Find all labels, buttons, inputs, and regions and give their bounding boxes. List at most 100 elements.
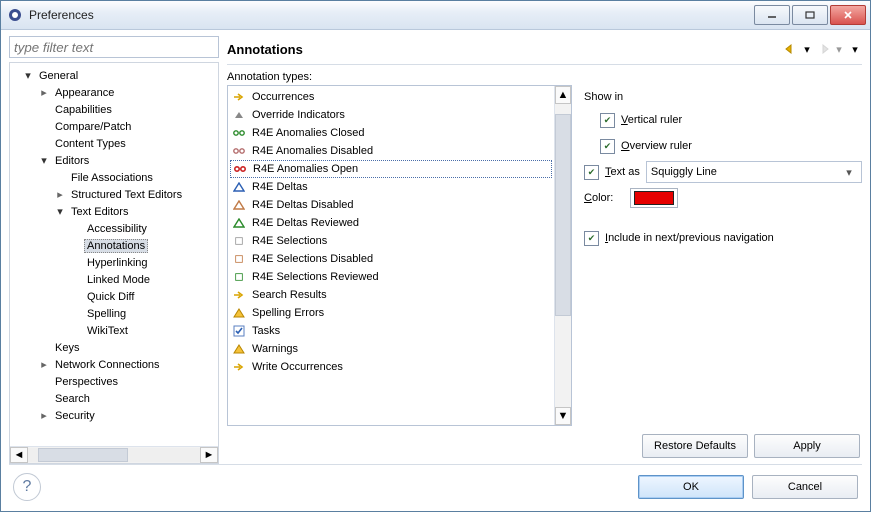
- color-swatch[interactable]: [630, 188, 678, 208]
- tree-item-label: Content Types: [52, 137, 129, 151]
- scroll-left-icon[interactable]: ◄: [10, 447, 28, 463]
- tree-item[interactable]: ▾Text Editors: [14, 203, 216, 220]
- back-icon[interactable]: [784, 41, 798, 57]
- menu-icon[interactable]: ▾: [848, 41, 862, 57]
- tree-item[interactable]: File Associations: [14, 169, 216, 186]
- list-item-label: Write Occurrences: [252, 361, 343, 373]
- list-item[interactable]: R4E Selections Reviewed: [230, 268, 552, 286]
- tree-item[interactable]: Spelling: [14, 305, 216, 322]
- list-item-label: R4E Selections: [252, 235, 327, 247]
- apply-button[interactable]: Apply: [754, 434, 860, 458]
- tree-item[interactable]: Quick Diff: [14, 288, 216, 305]
- list-item-label: R4E Anomalies Disabled: [252, 145, 373, 157]
- text-as-checkbox[interactable]: ✔: [584, 165, 599, 180]
- titlebar[interactable]: Preferences: [1, 1, 870, 30]
- tree-item[interactable]: Accessibility: [14, 220, 216, 237]
- tree-item[interactable]: Keys: [14, 339, 216, 356]
- include-nav-checkbox[interactable]: ✔: [584, 231, 599, 246]
- list-item[interactable]: Search Results: [230, 286, 552, 304]
- tree-item[interactable]: ▸Security: [14, 407, 216, 424]
- tree-item-label: File Associations: [68, 171, 156, 185]
- tree-item[interactable]: Content Types: [14, 135, 216, 152]
- minimize-button[interactable]: [754, 5, 790, 25]
- expand-open-icon[interactable]: ▾: [22, 70, 34, 82]
- forward-menu-icon[interactable]: ▾: [832, 41, 846, 57]
- expand-closed-icon[interactable]: ▸: [38, 410, 50, 422]
- horizontal-scrollbar[interactable]: ◄ ►: [10, 446, 218, 463]
- tree-item[interactable]: ▸Structured Text Editors: [14, 186, 216, 203]
- close-button[interactable]: [830, 5, 866, 25]
- list-item[interactable]: R4E Deltas Disabled: [230, 196, 552, 214]
- tree-item[interactable]: Hyperlinking: [14, 254, 216, 271]
- color-label: Color:: [584, 192, 624, 204]
- tree-item-label: Spelling: [84, 307, 129, 321]
- filter-input[interactable]: [9, 36, 219, 58]
- list-item[interactable]: R4E Selections Disabled: [230, 250, 552, 268]
- tree-item[interactable]: Annotations: [14, 237, 216, 254]
- scroll-thumb[interactable]: [38, 448, 128, 462]
- expand-closed-icon[interactable]: ▸: [38, 359, 50, 371]
- tree-item-label: Search: [52, 392, 93, 406]
- link-dim-icon: [232, 144, 246, 158]
- scroll-up-icon[interactable]: ▲: [555, 86, 571, 104]
- list-item[interactable]: Occurrences: [230, 88, 552, 106]
- list-item[interactable]: Warnings: [230, 340, 552, 358]
- tree-item[interactable]: Linked Mode: [14, 271, 216, 288]
- back-menu-icon[interactable]: ▾: [800, 41, 814, 57]
- list-item[interactable]: R4E Deltas Reviewed: [230, 214, 552, 232]
- window-title: Preferences: [29, 8, 94, 22]
- expand-closed-icon[interactable]: ▸: [38, 87, 50, 99]
- vertical-ruler-label: Vertical ruler: [621, 114, 682, 126]
- scroll-right-icon[interactable]: ►: [200, 447, 218, 463]
- list-item[interactable]: Spelling Errors: [230, 304, 552, 322]
- tree-item[interactable]: Search: [14, 390, 216, 407]
- cancel-button[interactable]: Cancel: [752, 475, 858, 499]
- restore-defaults-button[interactable]: Restore Defaults: [642, 434, 748, 458]
- list-item[interactable]: R4E Selections: [230, 232, 552, 250]
- delta-icon: [232, 180, 246, 194]
- list-item-label: R4E Deltas Reviewed: [252, 217, 359, 229]
- ok-button[interactable]: OK: [638, 475, 744, 499]
- show-in-label: Show in: [584, 85, 862, 105]
- expand-open-icon[interactable]: ▾: [38, 155, 50, 167]
- list-item-label: Tasks: [252, 325, 280, 337]
- arrow-right-gold-icon: [232, 288, 246, 302]
- text-as-combo[interactable]: Squiggly Line ▾: [646, 161, 862, 183]
- tree-item[interactable]: Capabilities: [14, 101, 216, 118]
- tree-item[interactable]: ▸Network Connections: [14, 356, 216, 373]
- list-item[interactable]: Tasks: [230, 322, 552, 340]
- box-icon: [232, 234, 246, 248]
- list-item[interactable]: R4E Anomalies Disabled: [230, 142, 552, 160]
- scroll-down-icon[interactable]: ▼: [555, 407, 571, 425]
- expand-closed-icon[interactable]: ▸: [54, 189, 66, 201]
- tree-item[interactable]: Perspectives: [14, 373, 216, 390]
- forward-icon[interactable]: [816, 41, 830, 57]
- list-item-label: R4E Deltas Disabled: [252, 199, 354, 211]
- list-item[interactable]: R4E Anomalies Open: [230, 160, 552, 178]
- list-item[interactable]: R4E Deltas: [230, 178, 552, 196]
- help-button[interactable]: ?: [13, 473, 41, 501]
- overview-ruler-checkbox[interactable]: ✔: [600, 139, 615, 154]
- maximize-button[interactable]: [792, 5, 828, 25]
- box-dim-icon: [232, 252, 246, 266]
- list-item[interactable]: Write Occurrences: [230, 358, 552, 376]
- tree-item[interactable]: ▾Editors: [14, 152, 216, 169]
- tree-item-label: Compare/Patch: [52, 120, 134, 134]
- expand-open-icon[interactable]: ▾: [54, 206, 66, 218]
- list-item-label: Search Results: [252, 289, 327, 301]
- preference-tree[interactable]: ▾General▸Appearance Capabilities Compare/P…: [10, 63, 218, 446]
- vertical-ruler-checkbox[interactable]: ✔: [600, 113, 615, 128]
- vertical-scrollbar[interactable]: ▲ ▼: [554, 86, 571, 425]
- delta-dim-icon: [232, 198, 246, 212]
- tree-item[interactable]: ▾General: [14, 67, 216, 84]
- list-item[interactable]: R4E Anomalies Closed: [230, 124, 552, 142]
- tree-item[interactable]: ▸Appearance: [14, 84, 216, 101]
- link-red-icon: [233, 162, 247, 176]
- annotation-types-list[interactable]: OccurrencesOverride IndicatorsR4E Anomal…: [227, 85, 572, 426]
- tree-item-label: Editors: [52, 154, 92, 168]
- tree-item[interactable]: WikiText: [14, 322, 216, 339]
- tree-item[interactable]: Compare/Patch: [14, 118, 216, 135]
- tree-item-label: Capabilities: [52, 103, 115, 117]
- scroll-thumb[interactable]: [555, 114, 571, 316]
- list-item[interactable]: Override Indicators: [230, 106, 552, 124]
